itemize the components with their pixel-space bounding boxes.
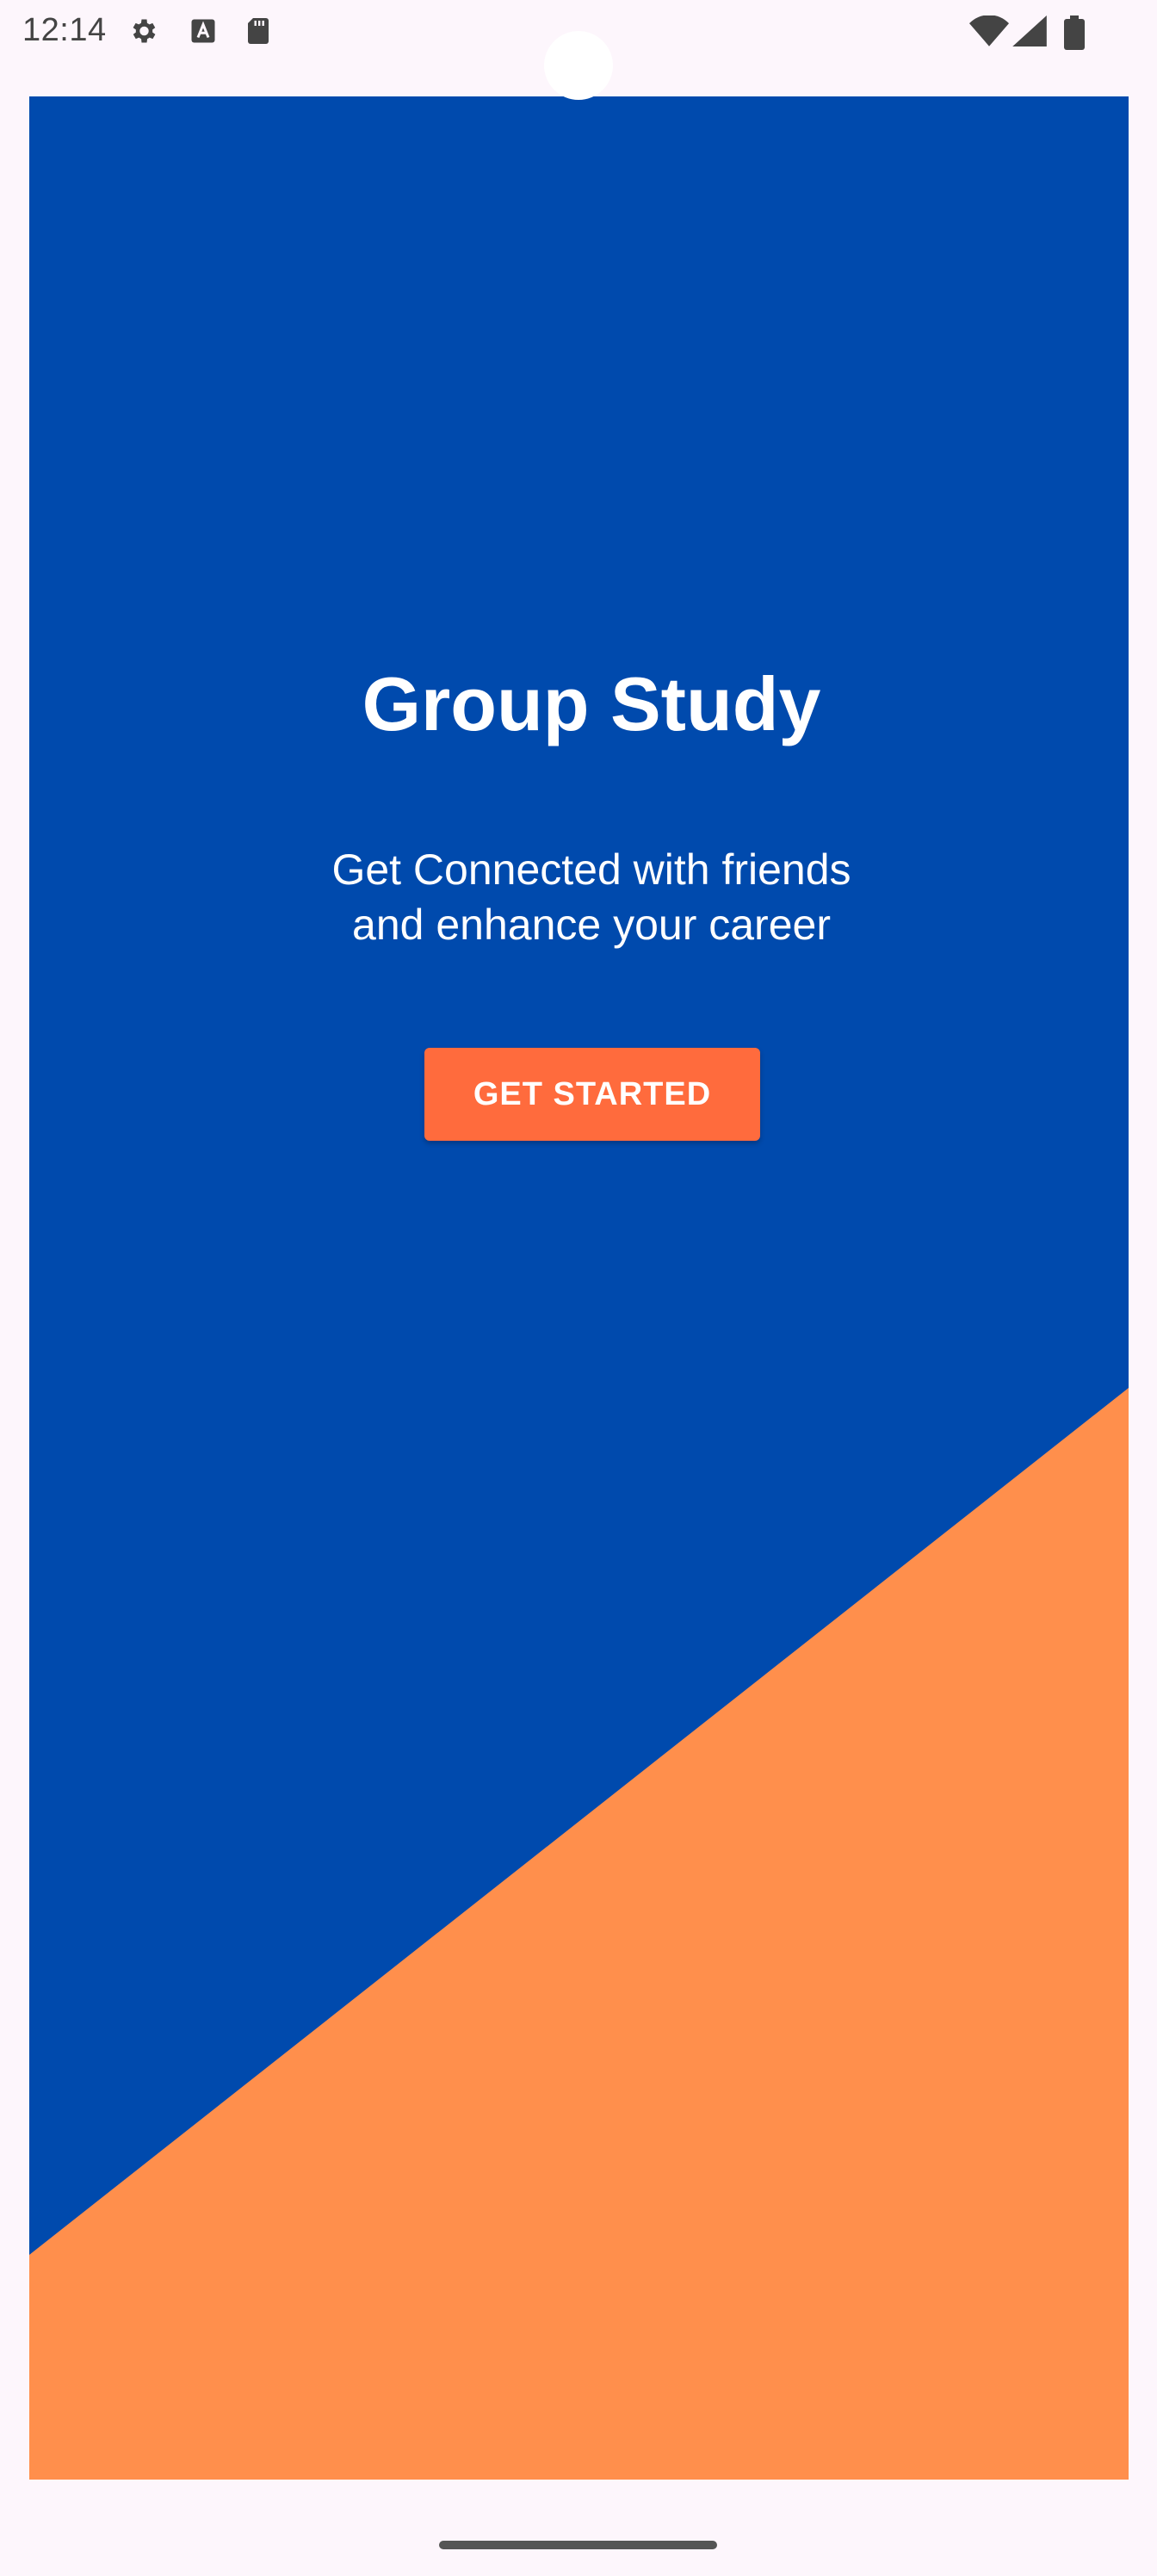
- app-screen: Group Study Get Connected with friends a…: [29, 96, 1129, 2480]
- subtitle-line-1: Get Connected with friends: [331, 845, 851, 894]
- text-a-icon: [188, 15, 219, 46]
- signal-icon: [1012, 15, 1047, 46]
- welcome-content: Group Study Get Connected with friends a…: [29, 96, 1129, 2480]
- battery-icon: [1064, 15, 1085, 50]
- gear-icon: [127, 15, 158, 46]
- get-started-button[interactable]: GET STARTED: [424, 1048, 760, 1141]
- status-time: 12:14: [22, 12, 107, 48]
- subtitle-line-2: and enhance your career: [352, 901, 831, 949]
- gesture-nav-handle[interactable]: [439, 2541, 717, 2549]
- camera-cutout: [544, 31, 613, 100]
- wifi-icon: [969, 15, 1009, 46]
- phone-screen: 12:14 Group Study Get Connected with fri…: [0, 0, 1157, 2576]
- sd-card-icon: [243, 15, 274, 46]
- app-subtitle: Get Connected with friends and enhance y…: [29, 842, 1129, 952]
- app-title: Group Study: [362, 661, 821, 746]
